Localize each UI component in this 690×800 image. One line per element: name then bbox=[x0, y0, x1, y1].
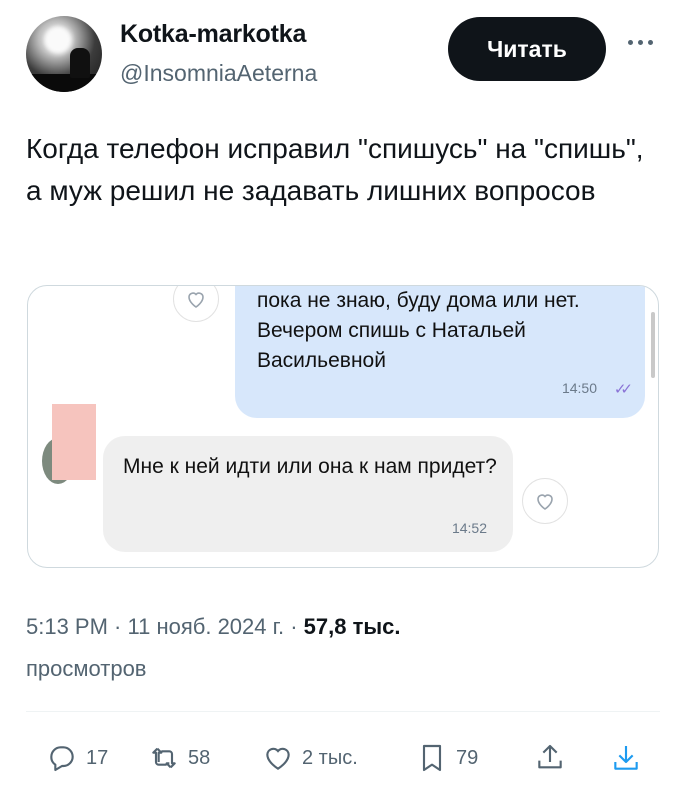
bookmark-button[interactable]: 79 bbox=[416, 736, 478, 780]
views-label: просмотров bbox=[26, 656, 147, 681]
chat-scrollbar[interactable] bbox=[651, 312, 655, 378]
tweet-time[interactable]: 5:13 PM bbox=[26, 614, 108, 639]
author-avatar[interactable] bbox=[26, 16, 102, 92]
views-count: 57,8 тыс. bbox=[303, 614, 401, 639]
redacted-name-block bbox=[52, 404, 96, 480]
read-status-icon: ✓✓ bbox=[613, 381, 633, 398]
like-count: 2 тыс. bbox=[302, 746, 358, 769]
share-button[interactable] bbox=[534, 736, 566, 780]
heart-reaction-icon[interactable] bbox=[522, 478, 568, 524]
meta-separator: · bbox=[284, 614, 304, 639]
download-button[interactable] bbox=[610, 736, 642, 780]
incoming-message-bubble: Мне к ней идти или она к нам придет? 14:… bbox=[103, 436, 513, 552]
repost-button[interactable]: 58 bbox=[148, 736, 210, 780]
avatar-ground bbox=[26, 74, 102, 92]
author-handle[interactable]: @InsomniaAeterna bbox=[120, 60, 317, 87]
heart-reaction-icon[interactable] bbox=[173, 286, 219, 322]
tweet-media-image[interactable]: пока не знаю, буду дома или нет. Вечером… bbox=[27, 285, 659, 568]
incoming-message-time: 14:52 bbox=[451, 520, 487, 536]
tweet-date[interactable]: 11 нояб. 2024 г. bbox=[128, 614, 285, 639]
reply-icon bbox=[50, 746, 74, 772]
like-button[interactable]: 2 тыс. bbox=[262, 736, 358, 780]
repost-icon bbox=[152, 747, 176, 769]
share-icon bbox=[538, 744, 562, 769]
outgoing-message-text: пока не знаю, буду дома или нет. Вечером… bbox=[257, 289, 580, 372]
reply-count: 17 bbox=[86, 746, 109, 769]
divider bbox=[26, 711, 660, 712]
avatar-moon bbox=[44, 26, 72, 54]
bookmark-count: 79 bbox=[456, 746, 479, 769]
heart-icon bbox=[266, 747, 290, 770]
action-bar: 17 58 2 тыс. 79 bbox=[0, 736, 690, 780]
reply-button[interactable]: 17 bbox=[46, 736, 108, 780]
follow-button[interactable]: Читать bbox=[448, 17, 606, 81]
bookmark-icon bbox=[422, 744, 442, 772]
outgoing-message-time: 14:50 bbox=[561, 380, 597, 396]
tweet-text: Когда телефон исправил "спишусь" на "спи… bbox=[26, 133, 644, 206]
author-display-name[interactable]: Kotka-markotka bbox=[120, 20, 306, 49]
tweet-meta: 5:13 PM · 11 нояб. 2024 г. · 57,8 тыс. п… bbox=[26, 606, 646, 690]
repost-count: 58 bbox=[188, 746, 211, 769]
avatar-figure bbox=[70, 48, 90, 78]
incoming-message-text: Мне к ней идти или она к нам придет? bbox=[123, 455, 497, 478]
meta-separator: · bbox=[107, 614, 128, 639]
download-icon bbox=[614, 746, 638, 770]
outgoing-message-bubble: пока не знаю, буду дома или нет. Вечером… bbox=[235, 286, 645, 418]
more-horizontal-icon[interactable] bbox=[620, 32, 660, 52]
